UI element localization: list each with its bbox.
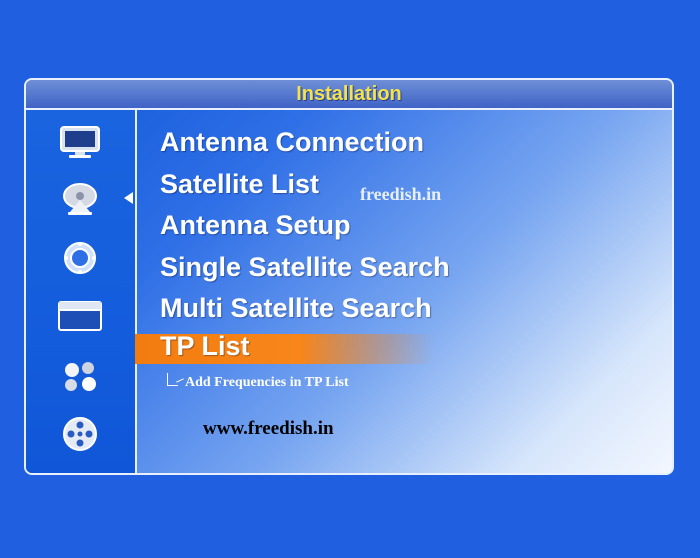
site-url: www.freedish.in	[203, 418, 334, 439]
installation-panel: Installation Antenna Connection Satellit…	[24, 78, 674, 475]
menu-item-tp-list[interactable]: TP List	[135, 331, 435, 364]
title-bar: Installation	[26, 80, 672, 110]
menu-item-satellite-list[interactable]: Satellite List	[160, 169, 319, 200]
settings-wheel-icon[interactable]	[58, 240, 102, 276]
selection-pointer-icon	[124, 192, 133, 204]
menu-item-antenna-connection[interactable]: Antenna Connection	[160, 127, 424, 158]
media-icon[interactable]	[58, 358, 102, 394]
annotation-pointer	[167, 373, 178, 386]
tv-icon[interactable]	[58, 124, 102, 160]
annotation-text: Add Frequencies in TP List	[185, 375, 349, 390]
window-title: Installation	[296, 83, 402, 105]
film-reel-icon[interactable]	[58, 416, 102, 452]
sidebar	[26, 110, 137, 473]
menu-item-multi-satellite-search[interactable]: Multi Satellite Search	[160, 293, 432, 324]
watermark: freedish.in	[360, 184, 442, 204]
menu-item-antenna-setup[interactable]: Antenna Setup	[160, 210, 351, 241]
satellite-dish-icon[interactable]	[58, 182, 102, 218]
menu-item-tp-list-label: TP List	[160, 331, 250, 361]
menu-item-single-satellite-search[interactable]: Single Satellite Search	[160, 252, 450, 283]
folder-icon[interactable]	[58, 298, 102, 334]
